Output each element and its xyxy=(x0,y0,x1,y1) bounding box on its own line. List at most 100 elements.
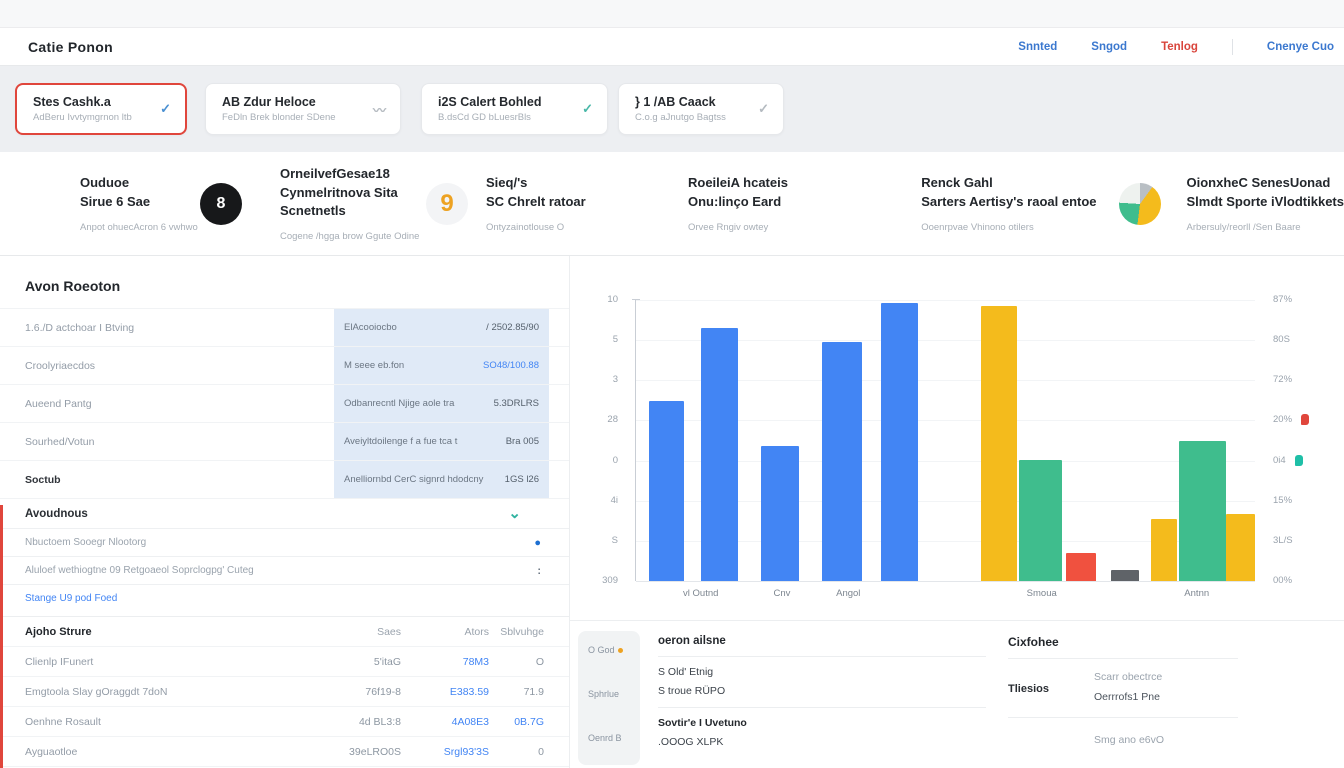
feature-subtitle: Ooenrpvae Vhinono otilers xyxy=(921,222,1096,233)
feature-title: Renck Gahl xyxy=(921,175,993,190)
pie-chart-icon xyxy=(1119,183,1161,225)
main-content: Avon Roeoton 1.6./D actchoar I Btving El… xyxy=(0,256,1344,768)
y-axis-tick-label: 28 xyxy=(607,414,618,425)
stat-card-subtitle: AdBeru Ivvtymgrnon ltb xyxy=(33,112,132,123)
chart-bar xyxy=(1019,460,1062,581)
check-icon: ✓ xyxy=(758,101,769,117)
x-axis-tick-label: Angol xyxy=(836,588,860,599)
setup-link[interactable]: Stange U9 pod Foed xyxy=(25,593,117,604)
x-axis-tick-label: vl Outnd xyxy=(683,588,718,599)
activity-entry[interactable]: Sovtir'e I Uvetuno .OOOG XLPK xyxy=(658,708,986,758)
summary-row-label: Tliesios xyxy=(1008,671,1094,703)
row-mid-label: ElAcooiocbo xyxy=(344,322,397,333)
table-link-value[interactable]: 78M3 xyxy=(401,656,489,668)
orange-dot-icon xyxy=(618,648,623,653)
feature-item-5[interactable]: Renck GahlSarters Aertisy's raoal entoe … xyxy=(921,174,1096,233)
feature-title: Ouduoe xyxy=(80,175,129,190)
list-item[interactable]: Croolyriaecdos M seee eb.fon SO48/100.88 xyxy=(0,346,569,384)
feature-item-3[interactable]: Sieq/'sSC Chrelt ratoar Ontyzainotlouse … xyxy=(486,174,688,233)
stat-card-4[interactable]: } 1 /AB Caack C.o.g aJnutgo Bagtss ✓ xyxy=(618,83,784,135)
row-value: / 2502.85/90 xyxy=(486,322,539,333)
list-item[interactable]: 1.6./D actchoar I Btving ElAcooiocbo / 2… xyxy=(0,308,569,346)
chart-bar xyxy=(649,401,684,581)
y-axis-tick-label: 309 xyxy=(602,575,618,586)
more-icon[interactable]: : xyxy=(537,565,541,577)
chart-panel: 10532804iS309 87%80S72%20%0i415%3L/S00% … xyxy=(570,256,1344,768)
tab-2[interactable]: Sphrlue xyxy=(578,689,640,733)
x-axis-tick-label: Smoua xyxy=(1027,588,1057,599)
y-axis-tick-label: 15% xyxy=(1273,495,1292,506)
nav-link-1[interactable]: Snnted xyxy=(1018,41,1057,53)
stat-card-title: i2S Calert Bohled xyxy=(438,95,542,109)
badge-9-icon: 9 xyxy=(426,183,468,225)
row-mid-label: M seee eb.fon xyxy=(344,360,404,371)
table-link-value[interactable]: E383.59 xyxy=(401,686,489,698)
table-header-row: Ajoho Strure Saes Ators Sblvuhge xyxy=(0,617,569,647)
stat-card-2[interactable]: AB Zdur Heloce FeDln Brek blonder SDene … xyxy=(205,83,401,135)
collapsible-section[interactable]: Avoudnous ⌄ xyxy=(0,498,569,528)
list-item[interactable]: Soctub Anelliornbd CerC signrd hdodcny 1… xyxy=(0,460,569,498)
badge-8-icon: 8 xyxy=(200,183,242,225)
nav-link-4[interactable]: Cnenye Cuo xyxy=(1267,41,1334,53)
summary-section: Cixfohee Tliesios Scarr obectrce Oerrrof… xyxy=(1002,621,1344,768)
y-axis-tick-label: 3L/S xyxy=(1273,535,1293,546)
x-axis-tick-label: Cnv xyxy=(773,588,790,599)
list-item[interactable]: Nbuctoem Sooegr Nlootorg ● xyxy=(0,528,569,556)
summary-title: Cixfohee xyxy=(1008,635,1238,659)
link-row: Stange U9 pod Foed xyxy=(0,584,569,612)
axis-marker-icon xyxy=(1301,414,1309,425)
chart-bar xyxy=(981,306,1017,581)
feature-item-2[interactable]: OrneilvefGesae18Cynmelritnova Sita Scnet… xyxy=(280,165,410,243)
row-label: Aluloef wethiogtne 09 Retgoaeol Soprclog… xyxy=(25,565,254,576)
y-axis-tick-label: 4i xyxy=(611,495,618,506)
activity-tabs: O God Sphrlue Oenrd B xyxy=(578,631,640,765)
row-label: Aueend Pantg xyxy=(0,385,334,422)
tab-3[interactable]: Oenrd B xyxy=(578,733,640,768)
dashboard-page: Catie Ponon Snnted Sngod Tenlog Cnenye C… xyxy=(0,0,1344,768)
row-value: 5.3DRLRS xyxy=(494,398,539,409)
nav-link-3[interactable]: Tenlog xyxy=(1161,41,1198,53)
axis-marker-icon xyxy=(1295,455,1303,466)
list-item[interactable]: Aueend Pantg Odbanrecntl Njige aole tra … xyxy=(0,384,569,422)
feature-subtitle: Orvee Rngiv owtey xyxy=(688,222,921,233)
column-header: Sblvuhge xyxy=(489,626,569,638)
feature-subtitle: Arbersuly/reorll /Sen Baare xyxy=(1187,222,1344,233)
x-axis-tick-label: Antnn xyxy=(1184,588,1209,599)
nav-link-2[interactable]: Sngod xyxy=(1091,41,1127,53)
row-mid-label: Anelliornbd CerC signrd hdodcny xyxy=(344,474,483,485)
row-label: Croolyriaecdos xyxy=(0,347,334,384)
activity-content: oeron ailsne S Old' Etnig S troue RÜPO S… xyxy=(640,631,1002,768)
stat-cards-band: Stes Cashk.a AdBeru Ivvtymgrnon ltb ✓ AB… xyxy=(0,66,1344,152)
tab-1[interactable]: O God xyxy=(578,645,640,689)
chart-bar xyxy=(1066,553,1096,581)
chart-y-axis-left: 10532804iS309 xyxy=(570,300,628,581)
stat-card-1[interactable]: Stes Cashk.a AdBeru Ivvtymgrnon ltb ✓ xyxy=(15,83,187,135)
chart-bar xyxy=(822,342,862,581)
column-header: Ators xyxy=(401,626,489,638)
y-axis-tick-label: 10 xyxy=(607,294,618,305)
chart-x-axis: vl Outnd Cnv Angol Smoua Antnn xyxy=(635,588,1255,604)
y-axis-tick-label: S xyxy=(612,535,618,546)
row-value: 1GS l26 xyxy=(505,474,539,485)
stat-card-subtitle: C.o.g aJnutgo Bagtss xyxy=(635,112,726,123)
check-icon: ✓ xyxy=(160,101,171,117)
blue-dot-icon: ● xyxy=(534,537,541,549)
table-link-value[interactable]: 4A08E3 xyxy=(401,716,489,728)
list-item[interactable]: Aluloef wethiogtne 09 Retgoaeol Soprclog… xyxy=(0,556,569,584)
chart-bar xyxy=(1151,519,1177,581)
chart-y-axis-right: 87%80S72%20%0i415%3L/S00% xyxy=(1273,300,1341,581)
chart-bar xyxy=(761,446,799,581)
feature-item-4[interactable]: RoeileiA hcateisOnu:linço Eard Orvee Rng… xyxy=(688,174,921,233)
feature-item-1[interactable]: OuduoeSirue 6 Sae Anpot ohuecAcron 6 vwh… xyxy=(80,174,198,233)
feature-title: Sieq/'s xyxy=(486,175,527,190)
chevron-down-icon[interactable]: ⌄ xyxy=(508,510,521,518)
gridline xyxy=(636,300,1255,301)
table-link-value[interactable]: Srgl93'3S xyxy=(401,746,489,758)
feature-item-6[interactable]: OionxheC SenesUonadSlmdt Sporte iVlodtik… xyxy=(1187,174,1344,233)
stat-card-3[interactable]: i2S Calert Bohled B.dsCd GD bLuesrBls ✓ xyxy=(421,83,608,135)
activity-entry[interactable]: S Old' Etnig S troue RÜPO xyxy=(658,657,986,708)
top-nav: Snnted Sngod Tenlog Cnenye Cuo xyxy=(1018,39,1334,55)
bar-chart: 10532804iS309 87%80S72%20%0i415%3L/S00% … xyxy=(570,256,1344,620)
list-item[interactable]: Sourhed/Votun Aveiyltdoilenge f a fue tc… xyxy=(0,422,569,460)
row-label: 1.6./D actchoar I Btving xyxy=(0,309,334,346)
